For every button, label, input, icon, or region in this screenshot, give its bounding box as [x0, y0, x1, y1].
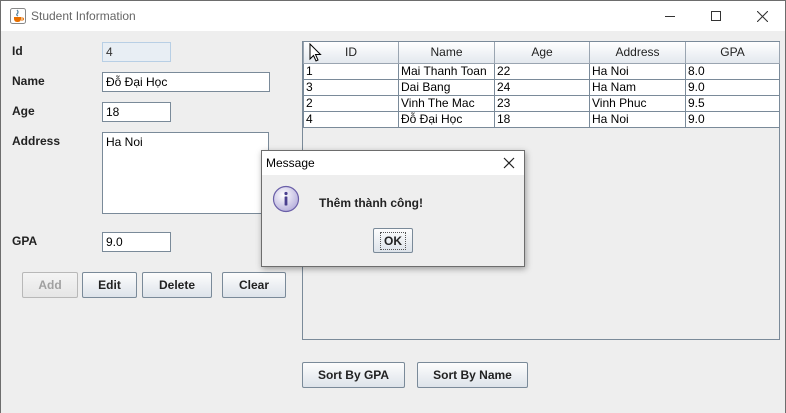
maximize-icon [711, 11, 721, 21]
sort-by-gpa-button[interactable]: Sort By GPA [302, 362, 405, 388]
sort-by-name-button[interactable]: Sort By Name [417, 362, 528, 388]
address-textarea[interactable]: Ha Noi [102, 132, 269, 214]
table-header-row: ID Name Age Address GPA [303, 42, 780, 64]
column-header-gpa[interactable]: GPA [685, 42, 780, 64]
table-row[interactable]: 3 Dai Bang 24 Ha Nam 9.0 [303, 78, 780, 96]
table-cell[interactable]: 4 [303, 110, 399, 128]
info-icon [272, 185, 300, 213]
table-cell[interactable]: 24 [494, 78, 590, 96]
dialog-message: Thêm thành công! [319, 196, 423, 210]
id-label: Id [12, 44, 23, 58]
table-cell[interactable]: 22 [494, 62, 590, 80]
age-field[interactable]: 18 [102, 102, 171, 122]
table-cell[interactable]: 9.5 [685, 94, 780, 112]
column-header-age[interactable]: Age [494, 42, 590, 64]
dialog-title-bar: Message [262, 151, 524, 175]
table-cell[interactable]: 2 [303, 94, 399, 112]
table-cell[interactable]: Vinh The Mac [398, 94, 495, 112]
ok-button[interactable]: OK [373, 228, 413, 253]
mouse-pointer-icon [309, 43, 322, 62]
table-row[interactable]: 1 Mai Thanh Toan 22 Ha Noi 8.0 [303, 62, 780, 80]
table-cell[interactable]: Ha Noi [589, 110, 686, 128]
message-dialog: Message Thêm thành công! OK [261, 150, 525, 267]
table-cell[interactable]: 23 [494, 94, 590, 112]
gpa-label: GPA [12, 234, 38, 248]
student-table: ID Name Age Address GPA 1 Mai Thanh Toan… [303, 42, 780, 128]
add-button[interactable]: Add [22, 272, 78, 298]
table-cell[interactable]: 8.0 [685, 62, 780, 80]
table-cell[interactable]: Ha Nam [589, 78, 686, 96]
column-header-address[interactable]: Address [589, 42, 686, 64]
minimize-icon [665, 16, 675, 17]
name-label: Name [12, 74, 45, 88]
table-cell[interactable]: 18 [494, 110, 590, 128]
table-cell[interactable]: Mai Thanh Toan [398, 62, 495, 80]
delete-button[interactable]: Delete [142, 272, 212, 298]
column-header-name[interactable]: Name [398, 42, 495, 64]
table-cell[interactable]: 1 [303, 62, 399, 80]
name-field[interactable]: Đỗ Đại Học [102, 72, 270, 92]
maximize-button[interactable] [693, 1, 739, 31]
title-bar: Student Information [1, 1, 785, 31]
table-cell[interactable]: Ha Noi [589, 62, 686, 80]
close-button[interactable] [739, 1, 785, 31]
dialog-title: Message [266, 156, 315, 170]
age-label: Age [12, 104, 35, 118]
table-cell[interactable]: Đỗ Đại Học [398, 110, 495, 128]
id-field: 4 [102, 42, 171, 62]
dialog-close-icon[interactable] [502, 156, 516, 170]
table-cell[interactable]: 3 [303, 78, 399, 96]
table-row[interactable]: 4 Đỗ Đại Học 18 Ha Noi 9.0 [303, 110, 780, 128]
java-cup-icon [10, 8, 26, 24]
gpa-field[interactable]: 9.0 [102, 232, 171, 252]
table-cell[interactable]: Vinh Phuc [589, 94, 686, 112]
close-icon [756, 10, 768, 22]
edit-button[interactable]: Edit [82, 272, 137, 298]
ok-button-label: OK [380, 231, 406, 250]
table-row[interactable]: 2 Vinh The Mac 23 Vinh Phuc 9.5 [303, 94, 780, 112]
table-cell[interactable]: Dai Bang [398, 78, 495, 96]
address-label: Address [12, 134, 61, 148]
table-cell[interactable]: 9.0 [685, 78, 780, 96]
clear-button[interactable]: Clear [222, 272, 286, 298]
window-title: Student Information [31, 9, 136, 23]
minimize-button[interactable] [647, 1, 693, 31]
table-cell[interactable]: 9.0 [685, 110, 780, 128]
